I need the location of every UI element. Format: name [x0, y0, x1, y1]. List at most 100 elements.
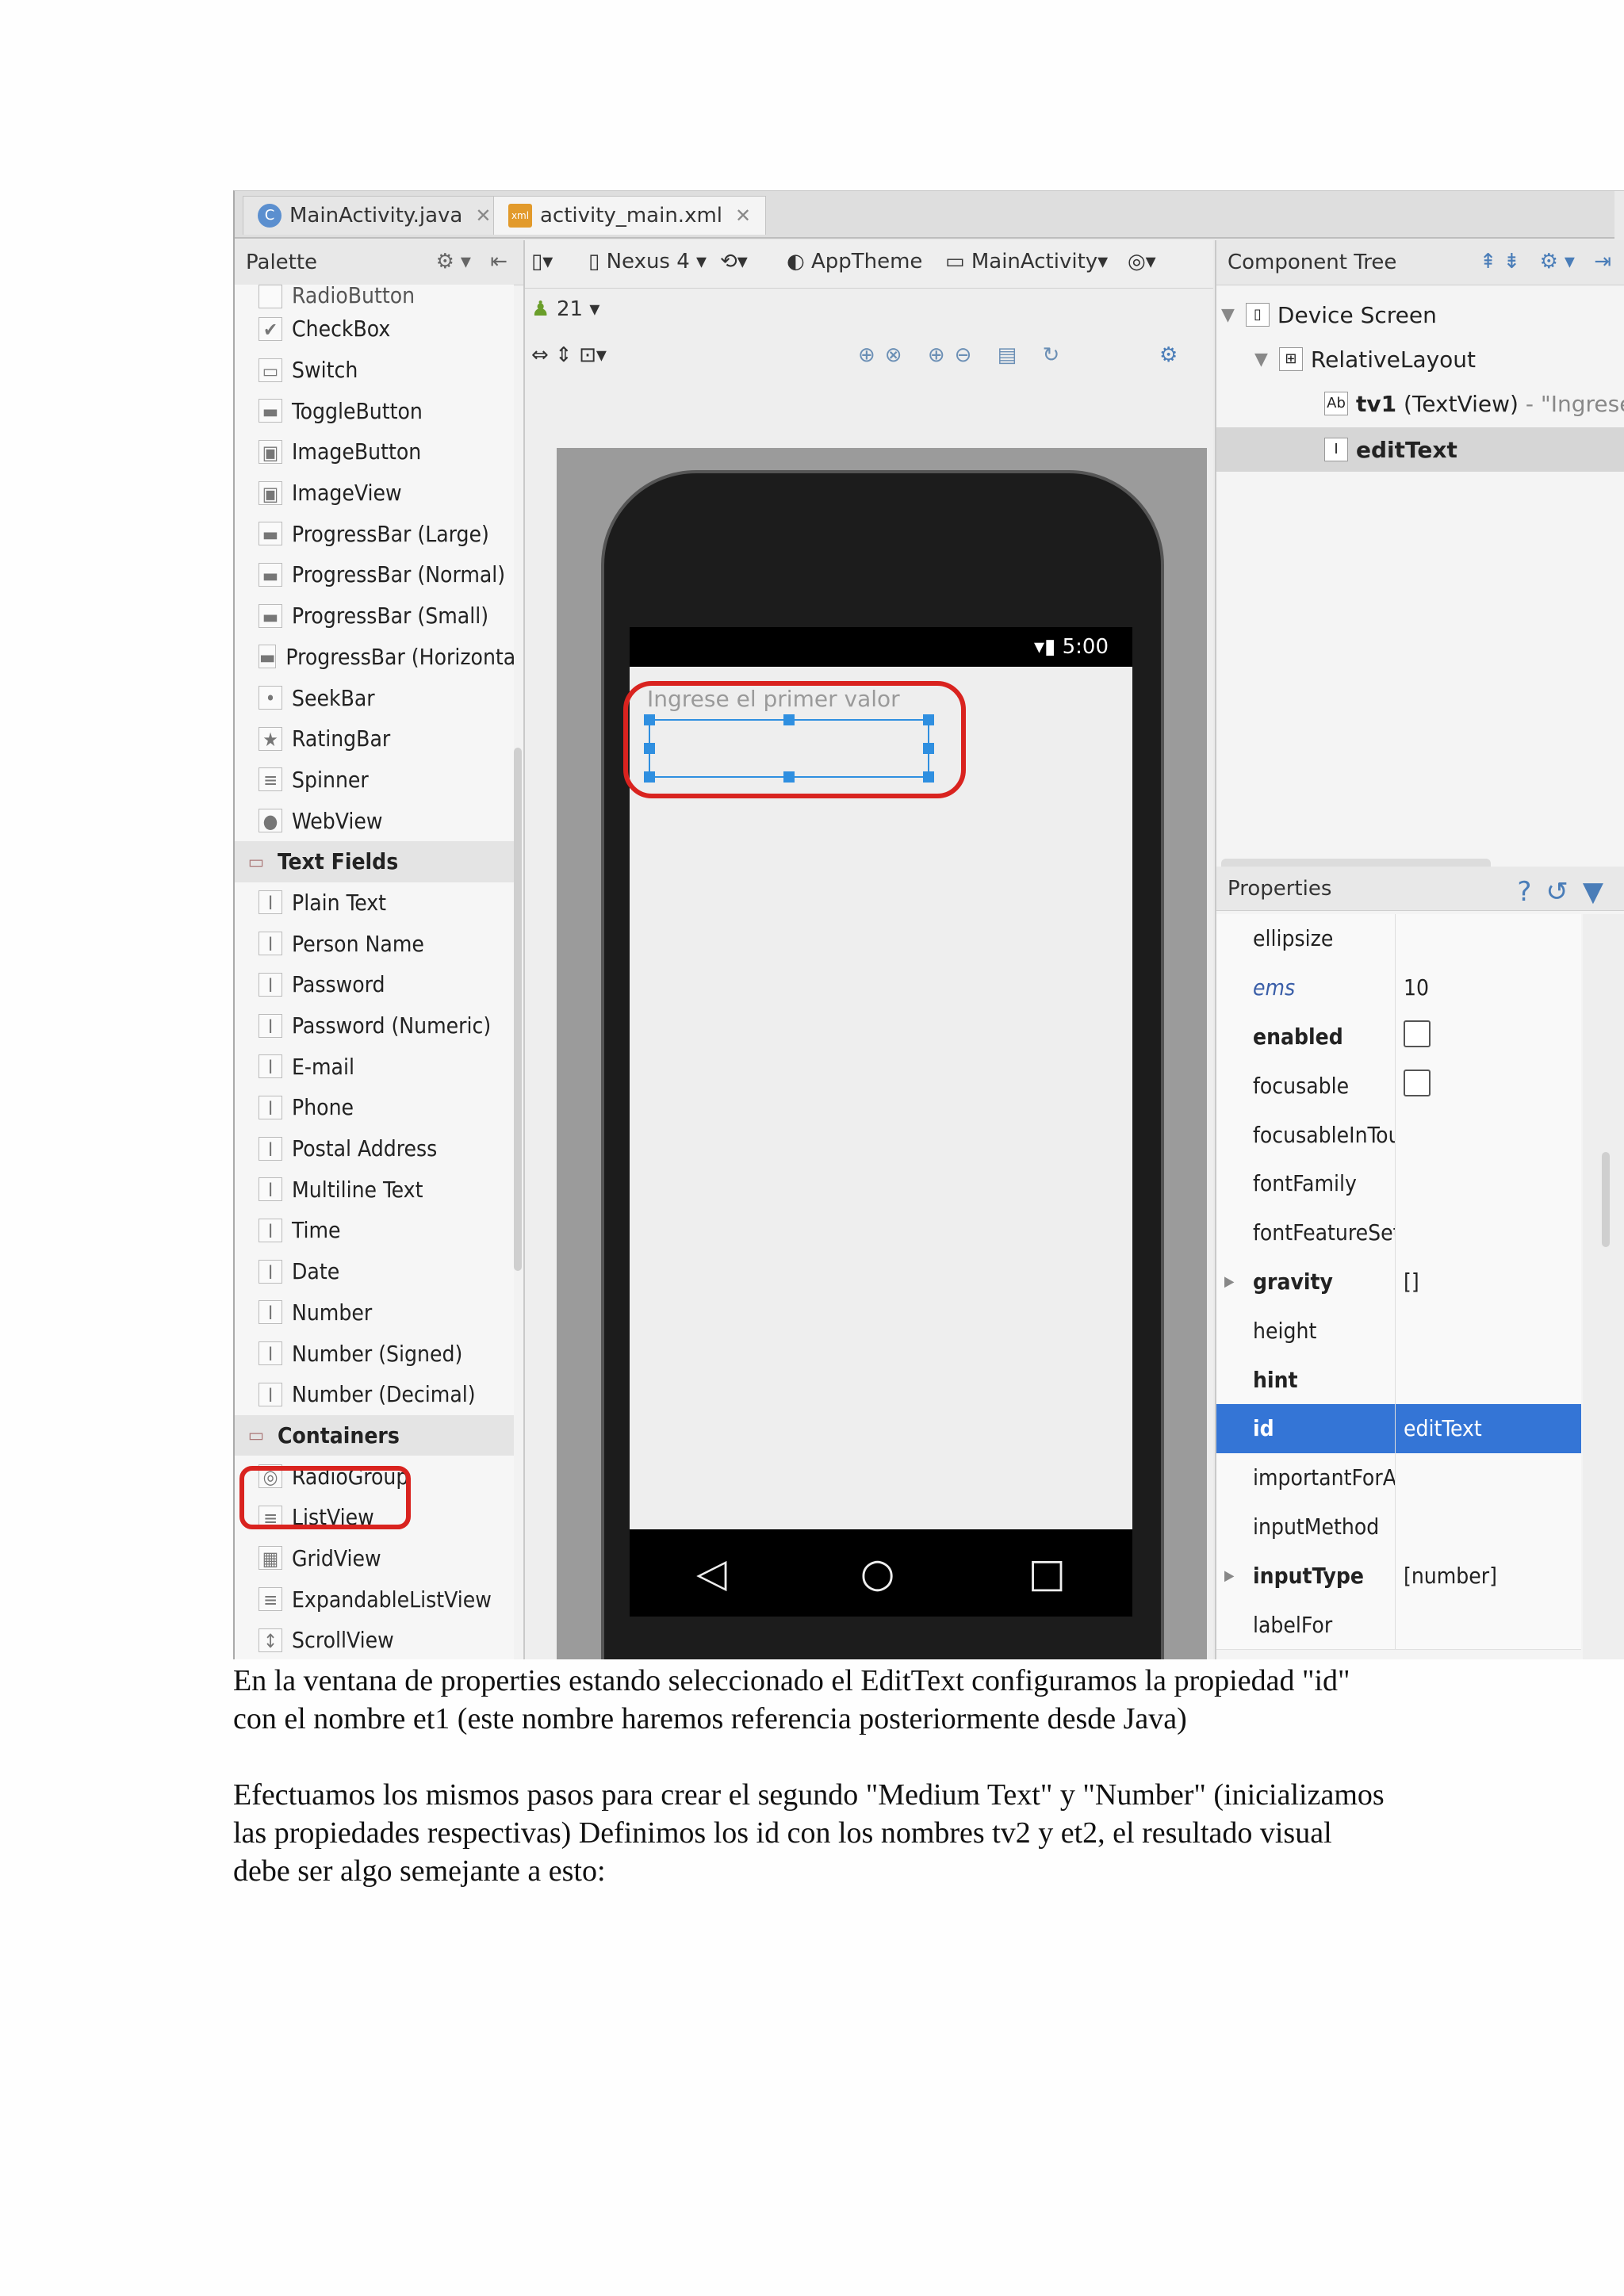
checkbox[interactable]	[1404, 1020, 1431, 1047]
palette-item[interactable]: • SeekBar	[235, 677, 514, 718]
palette-item[interactable]: I Phone	[235, 1087, 514, 1128]
palette-settings-icon[interactable]: ⚙▾ ⇤	[436, 250, 514, 274]
widget-icon: •	[259, 686, 282, 710]
palette-item[interactable]: ▣ ImageView	[235, 473, 514, 514]
palette-item[interactable]: RadioButton	[235, 285, 514, 308]
property-name: id	[1216, 1404, 1396, 1453]
property-value[interactable]: 10	[1396, 974, 1429, 1001]
expand-icon[interactable]: ▶	[1224, 1273, 1234, 1290]
palette-item[interactable]: ▬ ProgressBar (Normal)	[235, 554, 514, 595]
properties-header: Properties ?↺▼	[1216, 867, 1624, 911]
device-selector[interactable]: ▯ Nexus 4 ▾	[588, 250, 707, 274]
device-config-icon[interactable]: ▯▾	[531, 250, 553, 274]
palette-item[interactable]: I E-mail	[235, 1046, 514, 1087]
tree-relative-layout[interactable]: ▼ ⊞ RelativeLayout	[1216, 337, 1624, 381]
palette-item[interactable]: ▦ GridView	[235, 1538, 514, 1579]
activity-selector[interactable]: ▭ MainActivity▾	[945, 250, 1108, 274]
palette-item[interactable]: I Number (Decimal)	[235, 1374, 514, 1415]
palette-item[interactable]: I Password (Numeric)	[235, 1005, 514, 1047]
palette-item[interactable]: I Person Name	[235, 923, 514, 964]
property-row[interactable]: height	[1216, 1306, 1581, 1357]
tab-mainactivity-java[interactable]: C MainActivity.java ✕	[243, 196, 507, 235]
palette-item[interactable]: ▣ ImageButton	[235, 431, 514, 473]
palette-item[interactable]: I Number (Signed)	[235, 1333, 514, 1374]
layout-designer: ▯▾ ▯ Nexus 4 ▾ ⟲▾ ◐ AppTheme ▭ MainActiv…	[525, 240, 1213, 1659]
recents-icon[interactable]: □	[1028, 1550, 1066, 1596]
property-row[interactable]: focusableInTouchMode	[1216, 1110, 1581, 1160]
palette-item-label: RadioButton	[292, 285, 416, 308]
orientation-icon[interactable]: ⟲▾	[720, 250, 748, 274]
palette-item[interactable]: ▭ Switch	[235, 350, 514, 391]
palette-item[interactable]: I Multiline Text	[235, 1169, 514, 1210]
property-name: focusableInTouchMode	[1216, 1110, 1396, 1159]
palette-item[interactable]: ▬ ProgressBar (Horizontal)	[235, 637, 514, 678]
property-value[interactable]: []	[1396, 1269, 1419, 1295]
properties-scrollbar[interactable]	[1602, 1152, 1610, 1247]
property-row[interactable]: inputMethod	[1216, 1502, 1581, 1552]
palette-item[interactable]: ▬ ProgressBar (Large)	[235, 513, 514, 554]
palette-item[interactable]: ▬ ToggleButton	[235, 390, 514, 431]
close-icon[interactable]: ✕	[735, 205, 751, 227]
property-row[interactable]: ▶ gravity []	[1216, 1257, 1581, 1307]
palette-item[interactable]: I Time	[235, 1210, 514, 1251]
property-row[interactable]: fontFamily	[1216, 1159, 1581, 1209]
design-canvas: ▾▮ 5:00 Ingrese el primer valor ◁ ○ □	[557, 448, 1207, 1659]
locale-icon[interactable]: ◎▾	[1128, 250, 1156, 274]
palette-category[interactable]: ▭ Containers	[235, 1414, 514, 1456]
property-row[interactable]: labelFor	[1216, 1600, 1581, 1650]
tree-edittext[interactable]: IeditText	[1216, 427, 1624, 472]
properties-toolbar-icons[interactable]: ?↺▼	[1517, 876, 1618, 908]
property-row[interactable]: ▶ inputType [number]	[1216, 1551, 1581, 1601]
palette-item[interactable]: I Date	[235, 1251, 514, 1292]
palette-item-label: Phone	[292, 1094, 354, 1121]
palette-scrollbar[interactable]	[514, 748, 522, 1271]
property-row[interactable]: focusable	[1216, 1061, 1581, 1112]
property-value[interactable]: [number]	[1396, 1563, 1497, 1589]
property-row[interactable]: ems 10	[1216, 962, 1581, 1013]
tree-toolbar-icons[interactable]: ⇞⇟ ⚙▾ ⇥	[1480, 250, 1618, 274]
tree-tv1-id: tv1	[1356, 390, 1397, 417]
palette-item[interactable]: I Plain Text	[235, 882, 514, 924]
zoom-icons[interactable]: ⊕⊗ ⊕⊖ ▤ ↻	[858, 343, 1069, 367]
palette-item[interactable]: I Number	[235, 1292, 514, 1334]
palette-item-label: ProgressBar (Small)	[292, 603, 489, 629]
property-row[interactable]: importantForA	[1216, 1452, 1581, 1503]
palette-item[interactable]: ↕ ScrollView	[235, 1620, 514, 1659]
palette-item[interactable]: I Postal Address	[235, 1128, 514, 1169]
tree-tv1[interactable]: Ab tv1 (TextView) - "Ingrese	[1216, 381, 1624, 426]
api-level-selector[interactable]: 21 ▾	[557, 297, 599, 321]
expand-icon[interactable]: ▶	[1224, 1567, 1234, 1584]
palette-item-label: Postal Address	[292, 1135, 438, 1162]
theme-selector[interactable]: ◐ AppTheme	[787, 250, 922, 274]
palette-item[interactable]: I Password	[235, 964, 514, 1005]
layout-width-icon[interactable]: ⇔ ⇕ ⊡▾	[531, 343, 607, 367]
property-name-text: gravity	[1253, 1268, 1333, 1295]
palette-item[interactable]: ★ RatingBar	[235, 718, 514, 760]
edittext-highlight-circle	[623, 681, 966, 798]
back-icon[interactable]: ◁	[696, 1550, 726, 1596]
property-row[interactable]: enabled	[1216, 1012, 1581, 1062]
tree-device-screen[interactable]: ▼ ▯ Device Screen	[1216, 293, 1624, 337]
checkbox[interactable]	[1404, 1069, 1431, 1096]
home-icon[interactable]: ○	[860, 1550, 895, 1596]
android-icon[interactable]: ♟	[531, 297, 550, 321]
palette-item[interactable]: ▬ ProgressBar (Small)	[235, 595, 514, 637]
palette-item[interactable]: ● WebView	[235, 800, 514, 841]
properties-gutter	[1583, 914, 1624, 1659]
gear-icon[interactable]: ⚙	[1159, 343, 1178, 367]
property-name: importantForA	[1216, 1452, 1396, 1502]
palette-category[interactable]: ▭ Text Fields	[235, 840, 514, 882]
palette-item[interactable]: ≡ ExpandableListView	[235, 1578, 514, 1620]
tab-activity-main-xml[interactable]: xml activity_main.xml ✕	[493, 196, 767, 235]
palette-item[interactable]: ✔ CheckBox	[235, 308, 514, 350]
property-value[interactable]: editText	[1396, 1415, 1482, 1441]
property-row[interactable]: ellipsize	[1216, 914, 1581, 964]
property-checkbox[interactable]	[1396, 1020, 1431, 1053]
property-row[interactable]: id editText	[1216, 1404, 1581, 1454]
widget-icon: I	[259, 1177, 282, 1202]
palette-item[interactable]: ≡ Spinner	[235, 760, 514, 801]
property-row[interactable]: fontFeatureSett	[1216, 1207, 1581, 1258]
property-row[interactable]: hint	[1216, 1355, 1581, 1405]
property-checkbox[interactable]	[1396, 1069, 1431, 1102]
close-icon[interactable]: ✕	[475, 205, 491, 227]
